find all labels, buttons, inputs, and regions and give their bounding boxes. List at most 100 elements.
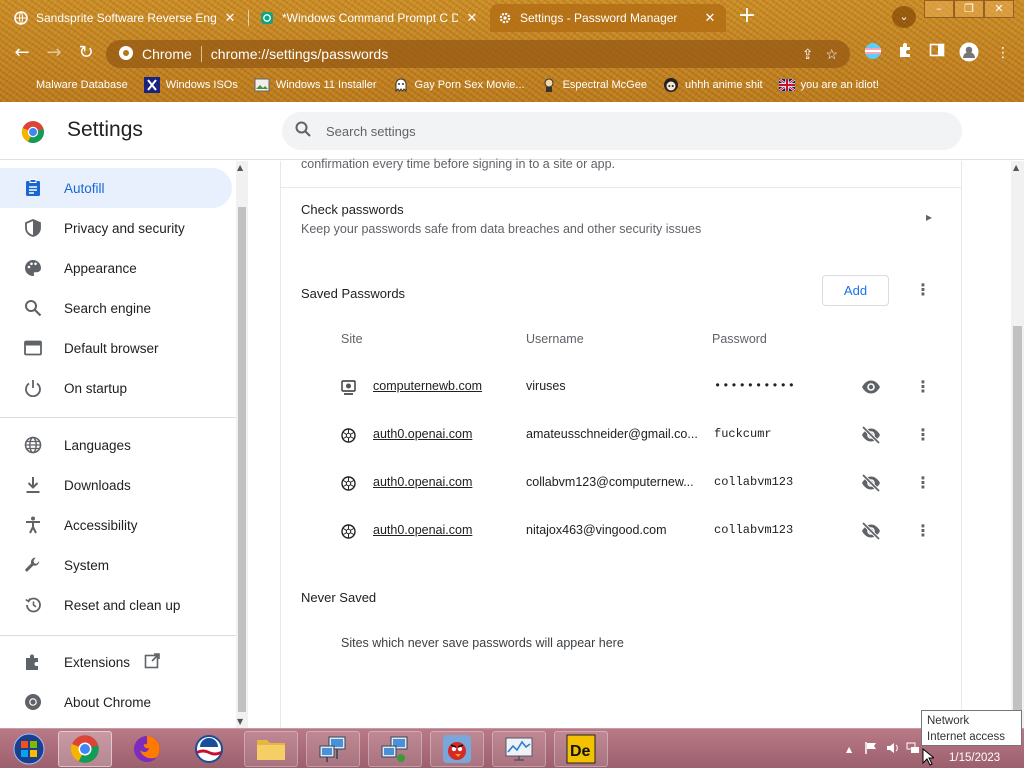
sidebar-item-extensions[interactable]: Extensions [0,642,234,682]
close-icon[interactable]: ✕ [464,10,480,26]
sidebar-scrollbar[interactable]: ▲ ▼ [236,161,248,728]
reload-button[interactable]: ↻ [73,40,99,66]
taskbar-chrome[interactable] [58,731,112,767]
sidebar-item-system[interactable]: System [0,545,234,585]
scrollbar-thumb[interactable] [238,207,246,712]
sidebar-item-search-engine[interactable]: Search engine [0,288,234,328]
add-password-button[interactable]: Add [822,275,889,306]
bookmark-gay-porn-sex-movie[interactable]: Gay Porn Sex Movie... [393,77,525,93]
saved-passwords-title: Saved Passwords [301,286,406,301]
sidebar-item-languages[interactable]: Languages [0,425,234,465]
sidebar-item-autofill[interactable]: Autofill [0,168,232,208]
gear-icon [498,11,512,25]
taskbar-de-app[interactable]: De [554,731,608,767]
scroll-down-icon[interactable]: ▼ [237,717,243,726]
scroll-up-icon[interactable]: ▲ [1013,163,1019,172]
tab-title: Settings - Password Manager [520,11,678,25]
tab-settings[interactable]: Settings - Password Manager ✕ [490,4,726,32]
network-icon[interactable] [906,741,920,758]
show-password-icon[interactable] [860,376,882,398]
sidebar-item-privacy[interactable]: Privacy and security [0,208,234,248]
profile-flag-icon[interactable] [862,42,884,64]
bookmark-you-are-an-idiot[interactable]: you are an idiot! [778,77,879,93]
start-button[interactable] [2,731,56,767]
menu-kebab-icon[interactable]: ⋮ [992,42,1014,64]
column-header-password: Password [712,332,767,346]
openai-favicon [340,523,357,540]
maximize-button[interactable]: ❐ [954,0,984,18]
close-window-button[interactable]: ✕ [984,0,1014,18]
profile-avatar-icon[interactable] [958,42,980,64]
address-bar[interactable]: Chrome chrome://settings/passwords ⇪ ☆ [106,40,850,68]
obama-logo-icon [195,735,223,763]
tab-command-prompt[interactable]: *Windows Command Prompt C Dri ✕ [252,4,488,32]
saved-passwords-menu-icon[interactable]: ⋮ [913,280,933,300]
sidebar-item-accessibility[interactable]: Accessibility [0,505,234,545]
bookmark-anime[interactable]: uhhh anime shit [663,77,763,93]
taskbar-network-app[interactable] [306,731,360,767]
taskbar-network-app[interactable] [368,731,422,767]
bookmark-windows-11-installer[interactable]: Windows 11 Installer [254,77,377,93]
sidebar-item-on-startup[interactable]: On startup [0,368,234,408]
back-button[interactable]: ← [9,40,35,66]
hide-password-icon[interactable] [860,472,882,494]
scroll-up-icon[interactable]: ▲ [237,163,243,172]
share-icon[interactable]: ⇪ [802,46,814,63]
site-info-chip[interactable]: Chrome [106,45,192,64]
sidebar-item-appearance[interactable]: Appearance [0,248,234,288]
main-scrollbar[interactable]: ▲ ▼ [1011,161,1024,728]
sidebar-item-reset[interactable]: Reset and clean up [0,585,234,625]
row-menu-icon[interactable]: ⋮ [913,473,933,493]
row-menu-icon[interactable]: ⋮ [913,377,933,397]
minimize-button[interactable]: – [924,0,954,18]
hide-password-icon[interactable] [860,424,882,446]
download-icon [23,475,43,495]
side-panel-icon[interactable] [926,42,948,64]
hide-password-icon[interactable] [860,520,882,542]
performance-monitor-icon [505,737,533,761]
scrollbar-thumb[interactable] [1013,326,1022,721]
row-menu-icon[interactable]: ⋮ [913,425,933,445]
action-center-flag-icon[interactable] [864,741,878,758]
site-link[interactable]: auth0.openai.com [373,475,472,489]
site-link[interactable]: auth0.openai.com [373,523,472,537]
close-icon[interactable]: ✕ [702,10,718,26]
taskbar-firefox[interactable] [120,731,174,767]
sidebar-item-about-chrome[interactable]: About Chrome [0,682,234,722]
password-row: auth0.openai.com amateusschneider@gmail.… [281,411,961,459]
bookmark-windows-isos[interactable]: Windows ISOs [143,77,238,93]
new-tab-button[interactable]: + [734,5,760,29]
tray-expand-icon[interactable]: ▲ [846,745,852,754]
site-link[interactable]: auth0.openai.com [373,427,472,441]
accessibility-icon [23,515,43,535]
bookmark-espectral-mcgee[interactable]: Espectral McGee [541,77,647,93]
url-text[interactable]: chrome://settings/passwords [211,46,802,62]
close-icon[interactable]: ✕ [222,10,238,26]
taskbar-monitor-app[interactable] [492,731,546,767]
taskbar-angry-birds[interactable] [430,731,484,767]
windows-orb-icon [13,733,45,765]
search-input[interactable] [326,123,926,139]
chevron-right-icon[interactable]: ▸ [926,210,932,224]
shield-icon [23,218,43,238]
taskbar-clock[interactable]: 1/15/2023 [949,752,1000,764]
volume-icon[interactable] [886,741,900,758]
row-menu-icon[interactable]: ⋮ [913,521,933,541]
open-external-icon [144,652,160,672]
search-settings-box[interactable] [282,112,962,150]
tab-sandsprite[interactable]: Sandsprite Software Reverse Eng ✕ [6,4,246,32]
taskbar-obama-app[interactable] [182,731,236,767]
bookmark-star-icon[interactable]: ☆ [825,46,838,63]
bookmark-malware-database[interactable]: Malware Database [14,77,128,93]
chrome-icon [23,692,43,712]
taskbar-file-explorer[interactable] [244,731,298,767]
forward-button[interactable]: → [41,40,67,66]
flag-icon [778,77,795,93]
arrow-left-icon: ← [14,42,30,63]
sidebar-item-default-browser[interactable]: Default browser [0,328,234,368]
site-link[interactable]: computernewb.com [373,379,482,393]
extensions-puzzle-icon[interactable] [894,42,916,64]
sidebar-item-downloads[interactable]: Downloads [0,465,234,505]
username-text: collabvm123@computernew... [526,475,694,489]
tab-search-button[interactable]: ⌄ [892,6,916,28]
